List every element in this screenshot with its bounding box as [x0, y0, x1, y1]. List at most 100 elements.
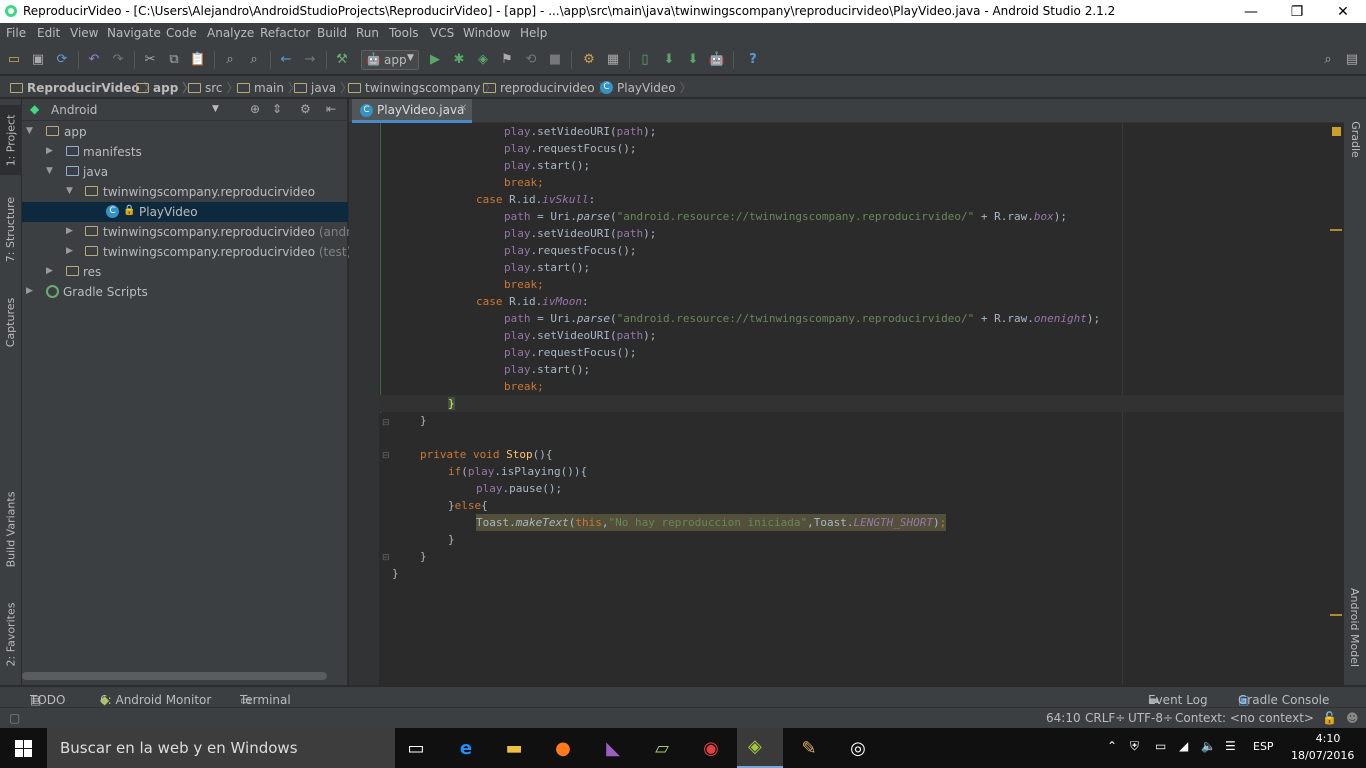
open-folder-icon[interactable]: ▭: [6, 52, 22, 68]
explorer-folder-icon[interactable]: ▱: [650, 736, 674, 760]
media-icon[interactable]: ◎: [846, 736, 870, 760]
project-view-select[interactable]: Android: [51, 103, 97, 117]
file-encoding[interactable]: UTF-8÷: [1128, 711, 1173, 725]
lock-icon[interactable]: 🔓: [1322, 711, 1337, 725]
breadcrumb-src[interactable]: src 〉: [188, 79, 239, 96]
chevron-down-icon[interactable]: ▼: [212, 104, 219, 114]
menu-analyze[interactable]: Analyze: [207, 26, 254, 40]
redo-icon[interactable]: ↷: [110, 52, 126, 68]
paste-icon[interactable]: 📋: [190, 52, 206, 68]
forward-icon[interactable]: →: [302, 52, 318, 68]
undo-icon[interactable]: ↶: [86, 52, 102, 68]
find-icon[interactable]: ⌕: [222, 52, 238, 68]
tab-structure[interactable]: 7: Structure: [0, 189, 22, 269]
run-icon[interactable]: ▶: [427, 52, 443, 68]
sdk-manager-icon[interactable]: ⬇: [685, 52, 701, 68]
avd-manager-icon[interactable]: ▯: [637, 52, 653, 68]
breadcrumb-class[interactable]: C PlayVideo 〉: [600, 79, 692, 96]
close-button[interactable]: ✕: [1320, 0, 1366, 23]
warning-marker[interactable]: [1332, 127, 1341, 136]
coverage-icon[interactable]: ◈: [475, 52, 491, 68]
tree-item-java[interactable]: ▼ java: [22, 162, 348, 182]
code-area[interactable]: play.setVideoURI(path); play.requestFocu…: [379, 123, 1344, 685]
make-project-icon[interactable]: ⚒: [334, 52, 350, 68]
tree-item-package[interactable]: ▼ twinwingscompany.reproducirvideo: [22, 182, 348, 202]
battery-icon[interactable]: ▭: [1155, 739, 1166, 753]
clock-date[interactable]: 18/07/2016: [1291, 749, 1354, 762]
tree-item-gradle-scripts[interactable]: ▶ Gradle Scripts: [22, 282, 348, 302]
hide-icon[interactable]: ⇤: [326, 102, 336, 116]
file-explorer-icon[interactable]: ▬: [502, 736, 526, 760]
stop-icon[interactable]: ■: [547, 52, 563, 68]
attach-debugger-icon[interactable]: ⚑: [499, 52, 515, 68]
replace-icon[interactable]: ⌕: [246, 52, 262, 68]
tree-item-res[interactable]: ▶ res: [22, 262, 348, 282]
menu-file[interactable]: File: [6, 26, 26, 40]
tree-item-package-test[interactable]: ▶ twinwingscompany.reproducirvideo (test…: [22, 242, 351, 262]
tree-item-manifests[interactable]: ▶ manifests: [22, 142, 348, 162]
line-separator[interactable]: CRLF÷: [1085, 711, 1125, 725]
language-indicator[interactable]: ESP: [1253, 740, 1274, 753]
collapse-icon[interactable]: ⇕: [272, 102, 282, 116]
tab-android-model[interactable]: Android Model: [1344, 577, 1366, 677]
tab-playvideo-java[interactable]: C PlayVideo.java ✕: [352, 99, 472, 123]
project-scrollbar[interactable]: [22, 672, 327, 680]
volume-icon[interactable]: 🔈: [1201, 739, 1216, 753]
wifi-icon[interactable]: ◢: [1179, 739, 1188, 753]
sync-icon[interactable]: ⟳: [54, 52, 70, 68]
run-config-select[interactable]: 🤖 app ▼: [361, 50, 419, 70]
taskbar-search[interactable]: Buscar en la web y en Windows: [47, 728, 395, 768]
gear-icon[interactable]: ⚙: [300, 102, 311, 116]
android-device-monitor-icon[interactable]: 🤖: [709, 52, 725, 68]
rerun-icon[interactable]: ⟲: [523, 52, 539, 68]
breadcrumb-main[interactable]: main 〉: [237, 79, 300, 96]
breadcrumb-java[interactable]: java 〉: [294, 79, 352, 96]
menu-edit[interactable]: Edit: [37, 26, 60, 40]
caret-position[interactable]: 64:10: [1046, 711, 1081, 725]
menu-window[interactable]: Window: [463, 26, 510, 40]
error-stripe-marker[interactable]: [1330, 229, 1342, 231]
windows-start-icon[interactable]: [15, 740, 32, 757]
event-icon[interactable]: ▤: [1344, 52, 1360, 68]
notification-icon[interactable]: ☰: [1225, 739, 1236, 753]
save-icon[interactable]: ▣: [30, 52, 46, 68]
minimize-button[interactable]: —: [1228, 0, 1274, 23]
tree-item-package-androidtest[interactable]: ▶ twinwingscompany.reproducirvideo (andr…: [22, 222, 376, 242]
menu-refactor[interactable]: Refactor: [260, 26, 310, 40]
search-everywhere-icon[interactable]: ⌕: [1320, 52, 1336, 68]
breadcrumb-app[interactable]: app 〉: [136, 79, 194, 96]
tree-item-playvideo[interactable]: C 🔒 PlayVideo: [22, 202, 348, 222]
copy-icon[interactable]: ⧉: [166, 52, 182, 68]
tab-build-variants[interactable]: Build Variants: [0, 484, 22, 574]
menu-navigate[interactable]: Navigate: [107, 26, 161, 40]
tab-favorites[interactable]: 2: Favorites: [0, 594, 22, 674]
task-view-icon[interactable]: ▭: [404, 736, 428, 760]
menu-view[interactable]: View: [70, 26, 98, 40]
settings-icon[interactable]: ⚙: [581, 52, 597, 68]
defender-icon[interactable]: ⛨: [1130, 739, 1139, 754]
tool-windows-icon[interactable]: ▢: [9, 711, 20, 725]
tree-item-app[interactable]: ▼ app: [22, 122, 348, 142]
error-stripe-marker[interactable]: [1330, 614, 1342, 616]
project-structure-icon[interactable]: ▦: [605, 52, 621, 68]
clock-time[interactable]: 4:10: [1308, 732, 1348, 745]
breadcrumb-project[interactable]: ReproducirVideo 〉: [10, 79, 156, 96]
menu-tools[interactable]: Tools: [389, 26, 419, 40]
menu-run[interactable]: Run: [356, 26, 379, 40]
tab-captures[interactable]: Captures: [0, 287, 22, 357]
menu-help[interactable]: Help: [520, 26, 547, 40]
breadcrumb-package[interactable]: twinwingscompany 〉: [348, 79, 496, 96]
tab-project[interactable]: 1: Project: [0, 105, 22, 175]
chrome-icon[interactable]: ◉: [699, 736, 723, 760]
firefox-icon[interactable]: ●: [551, 736, 575, 760]
breadcrumb-subpackage[interactable]: reproducirvideo〉: [483, 79, 611, 96]
menu-build[interactable]: Build: [317, 26, 347, 40]
menu-vcs[interactable]: VCS: [430, 26, 454, 40]
edge-icon[interactable]: e: [454, 736, 478, 760]
paint-icon[interactable]: ✎: [797, 736, 821, 760]
visual-studio-icon[interactable]: ◣: [601, 736, 625, 760]
android-studio-task[interactable]: ◈: [737, 728, 783, 768]
help-icon[interactable]: ?: [745, 52, 761, 68]
close-icon[interactable]: ✕: [459, 103, 467, 114]
back-icon[interactable]: ←: [278, 52, 294, 68]
